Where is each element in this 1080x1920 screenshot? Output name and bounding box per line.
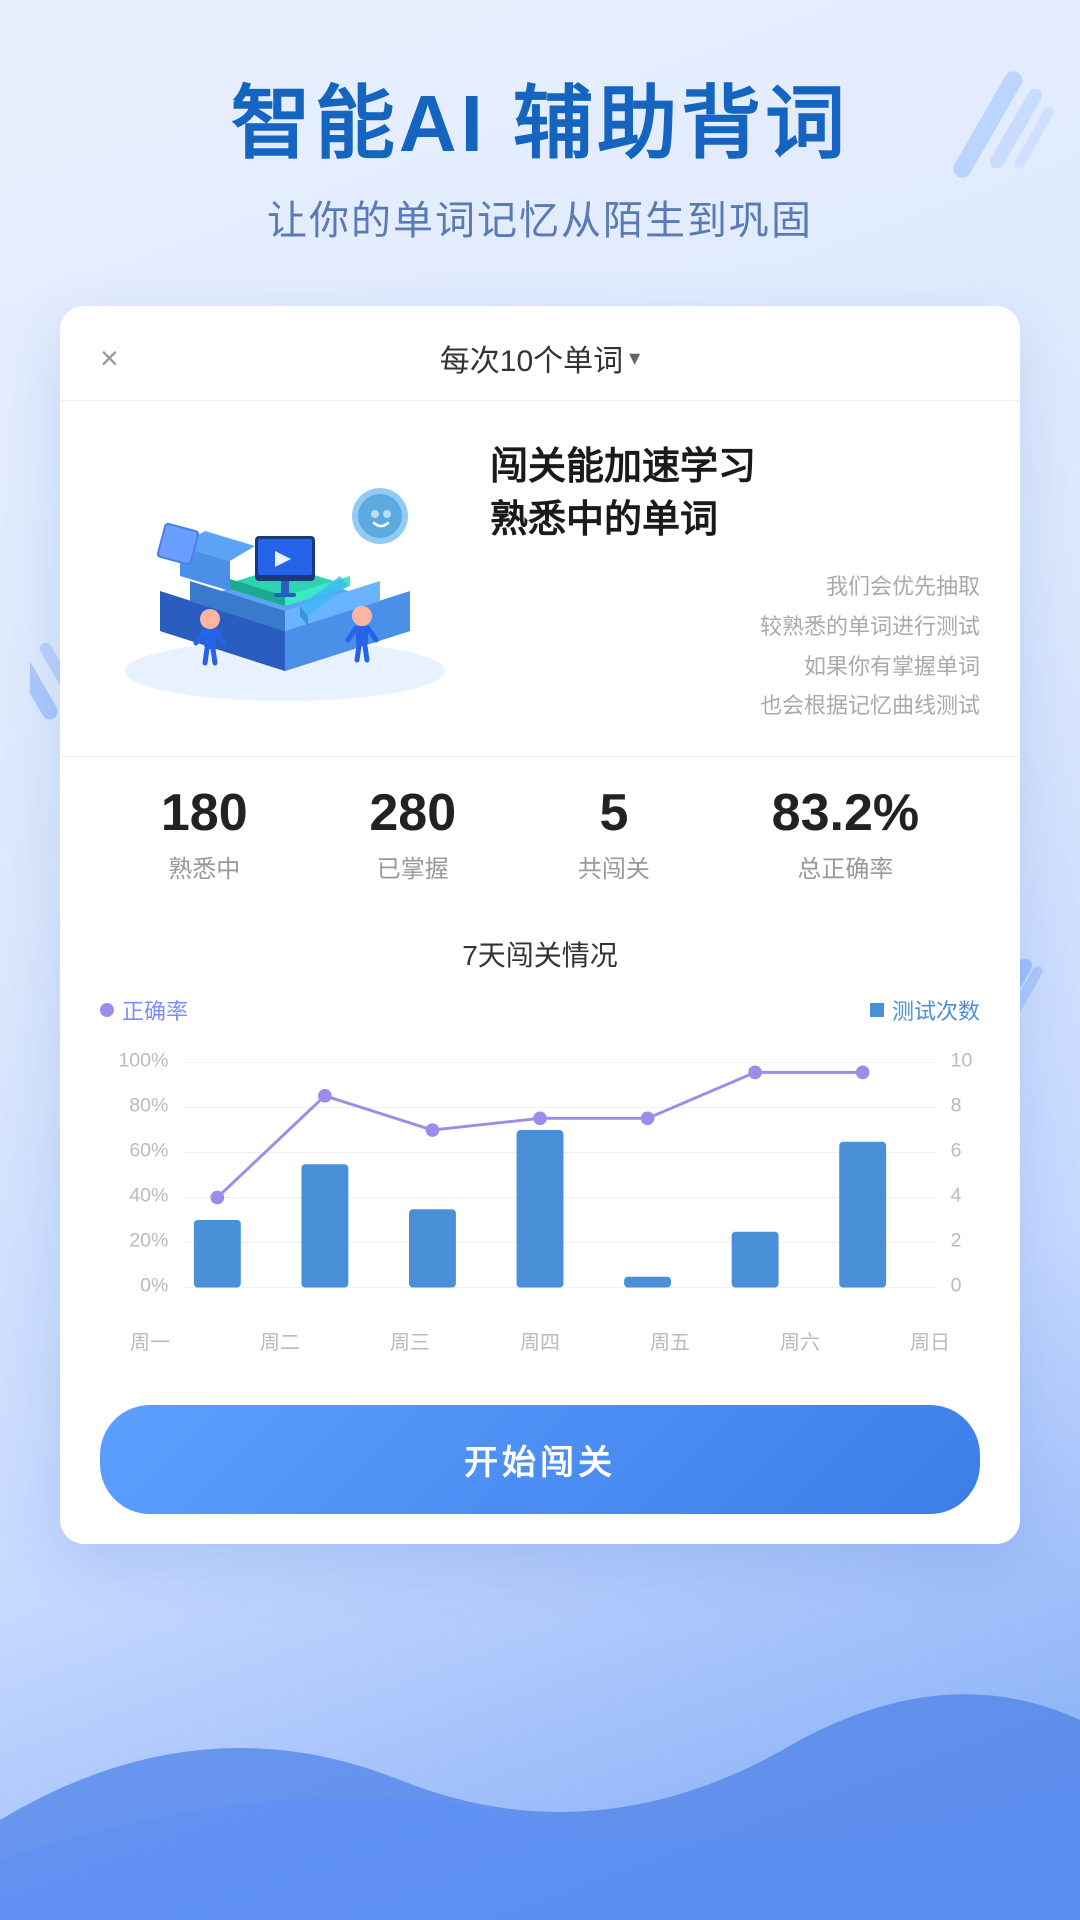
hero-text: 闯关能加速学习熟悉中的单词 我们会优先抽取 较熟悉的单词进行测试 如果你有掌握单… [470,431,980,726]
svg-text:100%: 100% [118,1049,168,1071]
legend-square-icon [870,1003,884,1017]
chart-area: 100% 80% 60% 40% 20% 0% 10 8 6 4 2 0 [100,1036,980,1316]
bottom-decoration [0,1620,1080,1920]
hero-desc-line-2: 较熟悉的单词进行测试 [490,607,980,647]
stat-levels-label: 共闯关 [578,849,650,884]
svg-text:0: 0 [951,1274,962,1296]
main-card: × 每次10个单词 ▾ [60,306,1020,1544]
chart-legend: 正确率 测试次数 [100,994,980,1026]
x-label-fri: 周五 [650,1326,690,1355]
legend-accuracy: 正确率 [100,994,188,1026]
hero-illustration [100,431,470,711]
stat-accuracy: 83.2% 总正确率 [772,787,919,884]
stat-accuracy-label: 总正确率 [772,849,919,884]
stat-familiar-value: 180 [161,787,248,839]
stat-accuracy-value: 83.2% [772,787,919,839]
top-section: 智能AI 辅助背词 让你的单词记忆从陌生到巩固 [0,0,1080,286]
stat-mastered-label: 已掌握 [369,849,456,884]
stat-familiar-label: 熟悉中 [161,849,248,884]
x-axis-labels: 周一 周二 周三 周四 周五 周六 周日 [100,1326,980,1355]
chart-title: 7天闯关情况 [100,934,980,974]
x-label-sun: 周日 [910,1326,950,1355]
hero-desc-line-4: 也会根据记忆曲线测试 [490,686,980,726]
hero-desc-line-1: 我们会优先抽取 [490,567,980,607]
hero-section: 闯关能加速学习熟悉中的单词 我们会优先抽取 较熟悉的单词进行测试 如果你有掌握单… [60,401,1020,756]
legend-dot-icon [100,1003,114,1017]
svg-text:6: 6 [951,1139,962,1161]
sub-title: 让你的单词记忆从陌生到巩固 [60,188,1020,246]
legend-tests: 测试次数 [870,994,980,1026]
card-container: × 每次10个单词 ▾ [60,306,1020,1544]
x-label-sat: 周六 [780,1326,820,1355]
chart-section: 7天闯关情况 正确率 测试次数 100% 80% 60% 40% [60,914,1020,1385]
hero-title: 闯关能加速学习熟悉中的单词 [490,441,980,547]
svg-text:20%: 20% [129,1229,168,1251]
card-header: × 每次10个单词 ▾ [60,306,1020,401]
x-label-tue: 周二 [260,1326,300,1355]
stat-levels: 5 共闯关 [578,787,650,884]
svg-text:80%: 80% [129,1094,168,1116]
hero-desc-line-3: 如果你有掌握单词 [490,647,980,687]
svg-text:2: 2 [951,1229,962,1251]
svg-text:10: 10 [951,1049,973,1071]
legend-tests-label: 测试次数 [892,994,980,1026]
x-label-mon: 周一 [130,1326,170,1355]
legend-accuracy-label: 正确率 [122,994,188,1026]
main-title: 智能AI 辅助背词 [60,80,1020,168]
dropdown-arrow-icon[interactable]: ▾ [629,345,640,371]
svg-text:0%: 0% [140,1274,168,1296]
isometric-svg [100,431,470,711]
session-title: 每次10个单词 [440,336,623,380]
svg-text:8: 8 [951,1094,962,1116]
stat-mastered-value: 280 [369,787,456,839]
stat-familiar: 180 熟悉中 [161,787,248,884]
stat-levels-value: 5 [578,787,650,839]
x-label-wed: 周三 [390,1326,430,1355]
x-label-thu: 周四 [520,1326,560,1355]
svg-text:60%: 60% [129,1139,168,1161]
stat-mastered: 280 已掌握 [369,787,456,884]
svg-text:4: 4 [951,1184,962,1206]
hero-desc: 我们会优先抽取 较熟悉的单词进行测试 如果你有掌握单词 也会根据记忆曲线测试 [490,567,980,725]
svg-text:40%: 40% [129,1184,168,1206]
start-button[interactable]: 开始闯关 [100,1405,980,1514]
stats-row: 180 熟悉中 280 已掌握 5 共闯关 83.2% 总正确率 [60,756,1020,914]
chart-svg: 100% 80% 60% 40% 20% 0% 10 8 6 4 2 0 [100,1036,980,1316]
close-button[interactable]: × [100,340,119,377]
